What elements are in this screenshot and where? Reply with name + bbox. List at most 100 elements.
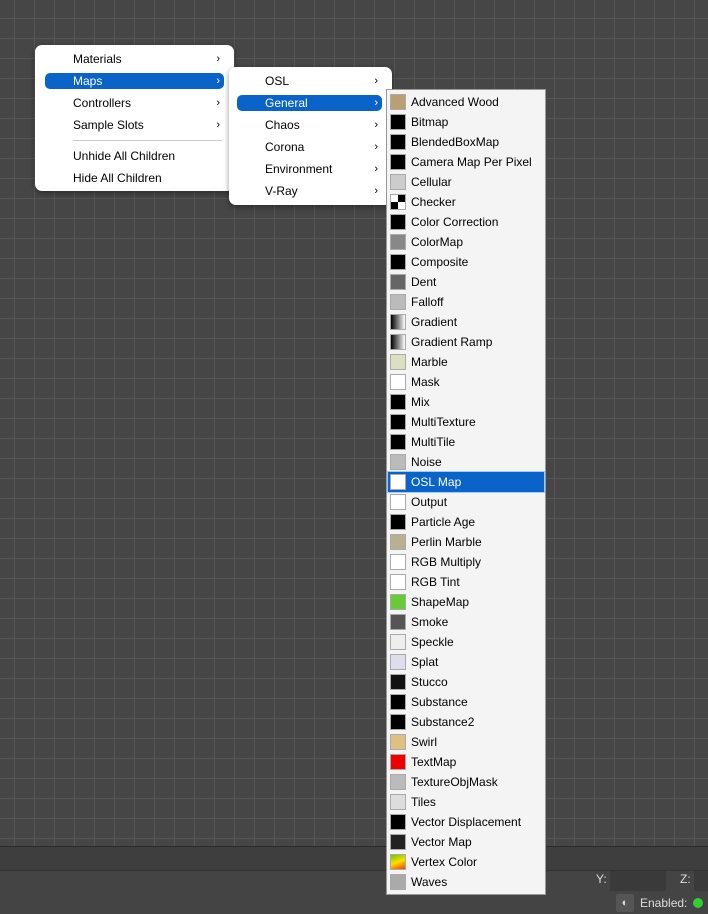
map-item-falloff[interactable]: Falloff (388, 292, 544, 312)
map-item-cellular[interactable]: Cellular (388, 172, 544, 192)
map-item-splat[interactable]: Splat (388, 652, 544, 672)
z-field[interactable] (694, 871, 708, 891)
map-item-label: Substance (411, 695, 468, 709)
map-item-label: Speckle (411, 635, 454, 649)
map-item-shapemap[interactable]: ShapeMap (388, 592, 544, 612)
map-item-label: BlendedBoxMap (411, 135, 500, 149)
map-item-multitile[interactable]: MultiTile (388, 432, 544, 452)
submenu-item-osl[interactable]: OSL › (237, 73, 382, 89)
chevron-right-icon: › (216, 119, 220, 131)
map-item-label: Splat (411, 655, 439, 669)
submenu-item-v-ray[interactable]: V-Ray › (237, 183, 382, 199)
map-item-colormap[interactable]: ColorMap (388, 232, 544, 252)
map-item-label: TextMap (411, 755, 457, 769)
submenu-item-general[interactable]: General › (237, 95, 382, 111)
status-dot-icon (693, 898, 704, 908)
map-item-stucco[interactable]: Stucco (388, 672, 544, 692)
map-item-rgb-multiply[interactable]: RGB Multiply (388, 552, 544, 572)
chevron-right-icon: › (374, 75, 378, 87)
map-item-multitexture[interactable]: MultiTexture (388, 412, 544, 432)
map-thumbnail-icon (390, 394, 406, 410)
map-thumbnail-icon (390, 614, 406, 630)
submenu-item-environment[interactable]: Environment › (237, 161, 382, 177)
submenu-item-corona[interactable]: Corona › (237, 139, 382, 155)
submenu-item-label: V-Ray (265, 184, 298, 198)
map-item-textmap[interactable]: TextMap (388, 752, 544, 772)
map-thumbnail-icon (390, 574, 406, 590)
menu-item-controllers[interactable]: Controllers › (45, 95, 224, 111)
map-thumbnail-icon (390, 494, 406, 510)
map-item-bitmap[interactable]: Bitmap (388, 112, 544, 132)
submenu-item-chaos[interactable]: Chaos › (237, 117, 382, 133)
chevron-right-icon: › (216, 53, 220, 65)
map-item-gradient[interactable]: Gradient (388, 312, 544, 332)
map-item-particle-age[interactable]: Particle Age (388, 512, 544, 532)
map-item-marble[interactable]: Marble (388, 352, 544, 372)
map-item-substance[interactable]: Substance (388, 692, 544, 712)
maps-submenu: OSL › General › Chaos › Corona › Environment › V-R… (229, 67, 392, 205)
map-item-label: Vertex Color (411, 855, 478, 869)
map-item-mask[interactable]: Mask (388, 372, 544, 392)
map-item-label: TextureObjMask (411, 775, 498, 789)
chevron-right-icon: › (374, 119, 378, 131)
map-item-label: Tiles (411, 795, 436, 809)
map-thumbnail-icon (390, 154, 406, 170)
menu-item-materials[interactable]: Materials › (45, 51, 224, 67)
map-item-color-correction[interactable]: Color Correction (388, 212, 544, 232)
map-item-gradient-ramp[interactable]: Gradient Ramp (388, 332, 544, 352)
y-field[interactable] (610, 871, 666, 891)
map-thumbnail-icon (390, 814, 406, 830)
map-item-checker[interactable]: Checker (388, 192, 544, 212)
map-item-label: Composite (411, 255, 469, 269)
map-item-output[interactable]: Output (388, 492, 544, 512)
map-item-label: Smoke (411, 615, 449, 629)
map-item-dent[interactable]: Dent (388, 272, 544, 292)
map-item-label: Camera Map Per Pixel (411, 155, 532, 169)
map-item-vertex-color[interactable]: Vertex Color (388, 852, 544, 872)
map-item-textureobjmask[interactable]: TextureObjMask (388, 772, 544, 792)
chevron-right-icon: › (374, 185, 378, 197)
map-item-blendedboxmap[interactable]: BlendedBoxMap (388, 132, 544, 152)
menu-item-maps[interactable]: Maps › (45, 73, 224, 89)
map-thumbnail-icon (390, 674, 406, 690)
map-item-mix[interactable]: Mix (388, 392, 544, 412)
map-item-noise[interactable]: Noise (388, 452, 544, 472)
map-item-label: Falloff (411, 295, 444, 309)
map-item-tiles[interactable]: Tiles (388, 792, 544, 812)
map-thumbnail-icon (390, 874, 406, 890)
chevron-right-icon: › (374, 97, 378, 109)
map-item-label: Swirl (411, 735, 437, 749)
map-thumbnail-icon (390, 94, 406, 110)
map-thumbnail-icon (390, 234, 406, 250)
map-thumbnail-icon (390, 714, 406, 730)
map-item-composite[interactable]: Composite (388, 252, 544, 272)
map-item-rgb-tint[interactable]: RGB Tint (388, 572, 544, 592)
enabled-label: Enabled: (640, 896, 688, 910)
map-item-vector-map[interactable]: Vector Map (388, 832, 544, 852)
chevron-right-icon: › (216, 75, 220, 87)
map-item-substance2[interactable]: Substance2 (388, 712, 544, 732)
map-item-label: Substance2 (411, 715, 475, 729)
map-item-camera-map-per-pixel[interactable]: Camera Map Per Pixel (388, 152, 544, 172)
map-item-waves[interactable]: Waves (388, 872, 544, 892)
menu-item-hide-all-children[interactable]: Hide All Children (45, 170, 224, 186)
menu-item-label: Materials (73, 52, 122, 66)
map-item-perlin-marble[interactable]: Perlin Marble (388, 532, 544, 552)
map-item-label: Output (411, 495, 448, 509)
map-item-swirl[interactable]: Swirl (388, 732, 544, 752)
map-thumbnail-icon (390, 534, 406, 550)
submenu-item-label: Environment (265, 162, 333, 176)
map-item-osl-map[interactable]: OSL Map (387, 471, 545, 493)
enabled-indicator[interactable]: ◐ Enabled: (616, 894, 704, 912)
chevron-right-icon: › (216, 97, 220, 109)
map-item-vector-displacement[interactable]: Vector Displacement (388, 812, 544, 832)
map-thumbnail-icon (390, 314, 406, 330)
map-thumbnail-icon (390, 514, 406, 530)
map-item-smoke[interactable]: Smoke (388, 612, 544, 632)
map-item-speckle[interactable]: Speckle (388, 632, 544, 652)
map-item-label: Dent (411, 275, 437, 289)
menu-item-sample-slots[interactable]: Sample Slots › (45, 117, 224, 133)
menu-item-unhide-all-children[interactable]: Unhide All Children (45, 148, 224, 164)
map-item-label: Particle Age (411, 515, 476, 529)
map-item-advanced-wood[interactable]: Advanced Wood (388, 92, 544, 112)
